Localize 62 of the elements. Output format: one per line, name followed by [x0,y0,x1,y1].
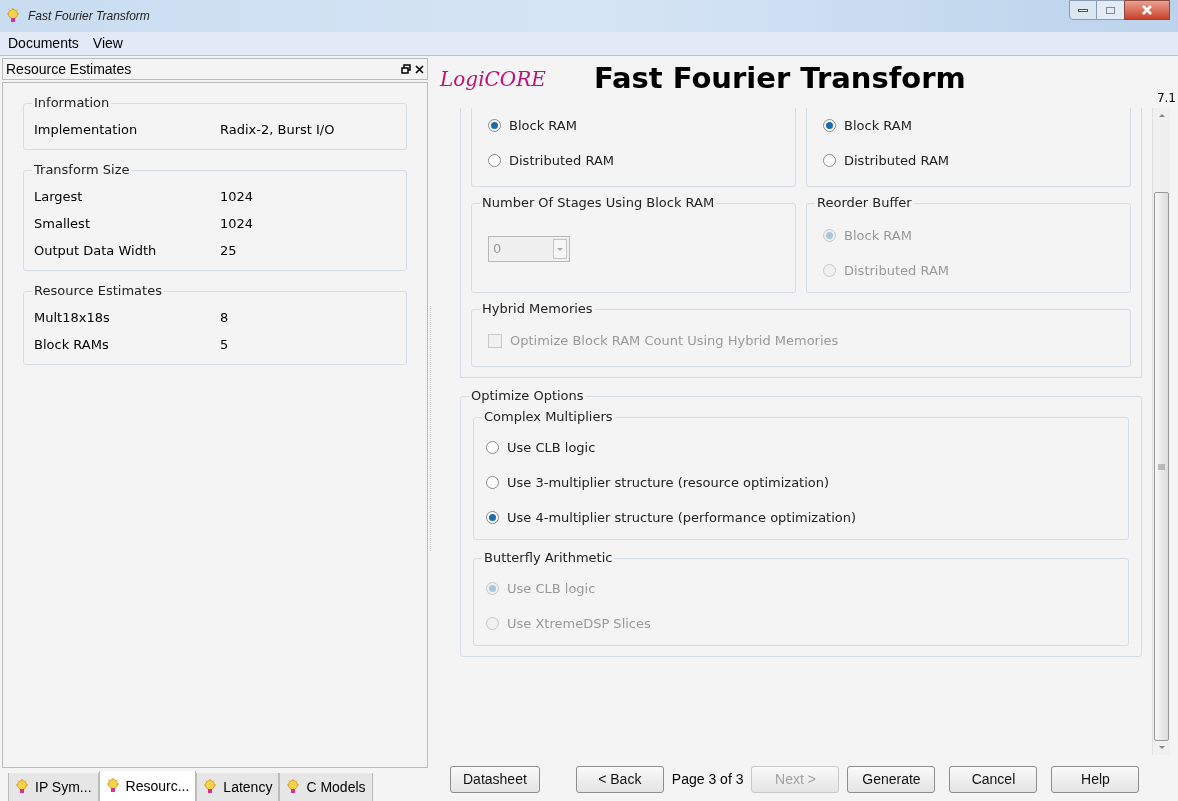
maximize-button[interactable] [1097,0,1124,20]
estimate-label: Mult18x18s [34,308,111,327]
panel-tab[interactable]: Resourc... [98,771,197,801]
estimate-label: Output Data Width [34,241,158,260]
menu-item[interactable]: View [92,33,123,54]
radio-button[interactable] [486,476,499,489]
radio-option[interactable]: Block RAM [488,108,779,143]
dialog-button[interactable]: Help [1051,765,1140,793]
radio-option[interactable]: Block RAM [823,108,1114,143]
group-title: Hybrid Memories [480,300,595,318]
scroll-thumb[interactable] [1154,192,1169,741]
window-title: Fast Fourier Transform [28,8,150,25]
close-icon [1141,5,1153,15]
estimate-label: Block RAMs [34,335,110,354]
menu-item[interactable]: Documents [8,33,79,54]
dialog-button[interactable]: Cancel [949,765,1038,793]
radio-button[interactable] [486,441,499,454]
dialog-button[interactable]: Generate [847,765,936,793]
estimate-value: Radix-2, Burst I/O [220,120,335,139]
estimate-value: 1024 [220,214,254,233]
back-button[interactable]: < Back [575,765,664,793]
estimate-value: 25 [220,241,237,260]
page-title: Fast Fourier Transform [593,60,966,98]
radio-button[interactable] [823,119,836,132]
minimize-button[interactable] [1069,0,1097,20]
radio-button[interactable] [823,154,836,167]
radio-option[interactable]: Use 4-multiplier structure (performance optimization) [486,500,1116,535]
estimate-label: Implementation [34,120,139,139]
lightbulb-icon [286,779,301,795]
panel-title: Resource Estimates [6,59,132,79]
group-title: Butterfly Arithmetic [482,549,615,567]
panel-tab[interactable]: C Models [279,773,373,801]
lightbulb-icon [203,779,218,795]
estimate-label: Smallest [34,214,91,233]
lightbulb-icon [105,778,120,794]
restore-icon [401,64,411,74]
radio-button[interactable] [486,511,499,524]
panel-tab[interactable]: Latency [196,773,280,801]
page-indicator: Page 3 of 3 [671,769,744,789]
logicore-logo: LogiCORE [440,66,546,93]
lightbulb-icon [6,8,20,24]
close-icon[interactable] [415,64,424,74]
radio-button[interactable] [488,154,501,167]
version-label: 7.1 [1156,90,1176,107]
group-title: Number Of Stages Using Block RAM [480,194,717,212]
lightbulb-icon [15,779,29,795]
close-button[interactable] [1124,0,1170,20]
datasheet-button[interactable]: Datasheet [450,765,540,793]
panel-tab[interactable]: IP Sym... [8,773,99,801]
estimate-value: 5 [220,335,229,354]
radio-option[interactable]: Use 3-multiplier structure (resource optimization) [486,465,1116,500]
radio-option[interactable]: Distributed RAM [823,143,1114,178]
scrollbar[interactable] [1152,108,1170,755]
group-title: Complex Multipliers [482,408,615,426]
radio-button[interactable] [488,119,501,132]
estimate-value: 8 [220,308,229,327]
estimate-label: Largest [34,187,84,206]
estimate-value: 1024 [220,187,254,206]
group-title: Optimize Options [469,387,586,405]
grip-icon [1158,463,1165,470]
radio-option[interactable]: Use CLB logic [486,430,1116,465]
radio-option[interactable]: Distributed RAM [488,143,779,178]
